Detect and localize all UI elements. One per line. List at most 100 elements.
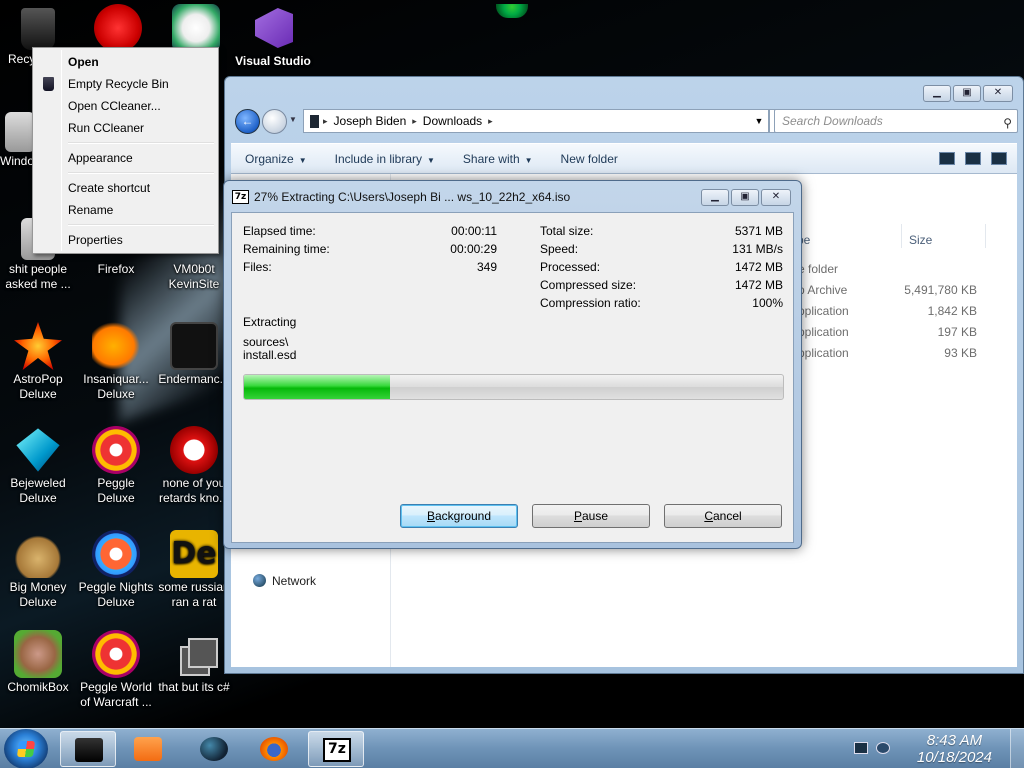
maximize-button[interactable]: ▣ bbox=[953, 85, 981, 102]
include-in-library-menu[interactable]: Include in library ▼ bbox=[321, 152, 449, 166]
file-type: p Archive bbox=[798, 283, 848, 297]
peggle-nights-icon bbox=[92, 530, 140, 578]
desktop-icon-big-money[interactable]: Big Money Deluxe bbox=[0, 530, 76, 610]
stat-key: Compression ratio: bbox=[540, 296, 641, 310]
stat-value: 349 bbox=[476, 260, 497, 274]
desktop-icon-label: Endermanc... bbox=[158, 372, 230, 386]
address-bar[interactable]: ▸ Joseph Biden ▸ Downloads ▸ ▼ bbox=[303, 109, 769, 133]
desktop-icon-endermanch[interactable]: Endermanc... bbox=[156, 322, 232, 387]
close-button[interactable]: ✕ bbox=[761, 189, 791, 206]
breadcrumb-item[interactable]: Joseph Biden bbox=[328, 114, 413, 128]
minimize-button[interactable]: ▁ bbox=[701, 189, 729, 206]
address-dropdown-icon[interactable]: ▼ bbox=[750, 116, 768, 126]
desktop-icon-that-but-csharp[interactable]: that but its c# bbox=[156, 630, 232, 695]
menu-item-properties[interactable]: Properties bbox=[35, 229, 216, 251]
search-icon: ⚲ bbox=[1003, 116, 1012, 130]
desktop-icon-russian-rat[interactable]: De some russian ran a rat bbox=[156, 530, 232, 610]
desktop-icon-astropop[interactable]: AstroPop Deluxe bbox=[0, 322, 76, 402]
taskbar-item-7zip[interactable]: 7z bbox=[308, 731, 364, 767]
taskbar-item-recycle-bin[interactable] bbox=[60, 731, 116, 767]
taskbar-item-globe[interactable] bbox=[186, 731, 242, 767]
search-placeholder: Search Downloads bbox=[782, 114, 883, 128]
taskbar: 7z 8:43 AM 10/18/2024 bbox=[0, 728, 1024, 768]
menu-item-rename[interactable]: Rename bbox=[35, 199, 216, 221]
red-creature-icon bbox=[94, 4, 142, 52]
file-type: pplication bbox=[798, 304, 849, 318]
maximize-button[interactable]: ▣ bbox=[731, 189, 759, 206]
menu-item-open-ccleaner[interactable]: Open CCleaner... bbox=[35, 95, 216, 117]
close-button[interactable]: ✕ bbox=[983, 85, 1013, 102]
forward-button[interactable] bbox=[262, 109, 287, 134]
menu-item-create-shortcut[interactable]: Create shortcut bbox=[35, 177, 216, 199]
back-button[interactable]: ← bbox=[235, 109, 260, 134]
file-size: 5,491,780 KB bbox=[904, 283, 977, 297]
volume-tray-icon[interactable] bbox=[876, 742, 890, 754]
fish-icon bbox=[92, 322, 140, 370]
start-button[interactable] bbox=[4, 729, 48, 768]
command-label: Share with bbox=[462, 151, 520, 166]
desktop-icon-label: none of you retards kno... bbox=[158, 476, 230, 505]
desktop-icon-none-of-you[interactable]: none of you retards kno... bbox=[156, 426, 232, 506]
desktop-icon-label: Peggle World of Warcraft ... bbox=[80, 680, 152, 709]
network-tray-icon[interactable] bbox=[854, 742, 868, 754]
cancel-button[interactable]: Cancel bbox=[664, 504, 782, 528]
menu-separator bbox=[35, 221, 216, 229]
desktop-icon-peggle-wow[interactable]: Peggle World of Warcraft ... bbox=[78, 630, 154, 710]
de-icon: De bbox=[170, 530, 218, 578]
flower-icon bbox=[172, 4, 220, 52]
command-label: Organize bbox=[245, 151, 294, 166]
clock[interactable]: 8:43 AM 10/18/2024 bbox=[917, 732, 992, 766]
desktop-icon-label: ChomikBox bbox=[7, 680, 69, 694]
nav-item-network[interactable]: Network bbox=[253, 574, 316, 588]
dialog-body: Elapsed time: 00:00:11 Remaining time: 0… bbox=[231, 212, 794, 543]
organize-menu[interactable]: Organize ▼ bbox=[231, 152, 321, 166]
file-size: 197 KB bbox=[937, 325, 977, 339]
chomikbox-icon bbox=[14, 630, 62, 678]
nav-label: Network bbox=[272, 574, 317, 588]
button-label: Background bbox=[426, 509, 492, 523]
button-label: Cancel bbox=[704, 509, 742, 523]
search-input[interactable]: Search Downloads ⚲ bbox=[774, 109, 1018, 133]
chevron-down-icon: ▼ bbox=[524, 155, 533, 165]
menu-item-appearance[interactable]: Appearance bbox=[35, 147, 216, 169]
column-divider[interactable] bbox=[901, 224, 902, 248]
preview-pane-icon[interactable] bbox=[965, 152, 981, 165]
show-desktop-button[interactable] bbox=[1010, 729, 1024, 768]
recent-pages-dropdown[interactable]: ▼ bbox=[289, 115, 297, 124]
change-view-icon[interactable] bbox=[939, 152, 955, 165]
menu-item-open[interactable]: Open bbox=[35, 51, 216, 73]
recycle-bin-icon bbox=[75, 738, 103, 762]
desktop-icon-peggle[interactable]: Peggle Deluxe bbox=[78, 426, 154, 506]
column-header-size[interactable]: Size bbox=[909, 233, 932, 247]
stat-value: 131 MB/s bbox=[732, 242, 783, 256]
menu-item-empty-recycle-bin[interactable]: Empty Recycle Bin bbox=[35, 73, 216, 95]
desktop-icon-insaniquarium[interactable]: Insaniquar... Deluxe bbox=[78, 322, 154, 402]
chevron-right-icon[interactable]: ▸ bbox=[488, 116, 493, 127]
minimize-button[interactable]: ▁ bbox=[923, 85, 951, 102]
stat-value: 5371 MB bbox=[734, 224, 783, 238]
desktop-icon-label: Visual Studio bbox=[235, 54, 311, 68]
dialog-window-controls: ▁ ▣ ✕ bbox=[701, 189, 791, 206]
recycle-bin-icon bbox=[21, 8, 55, 50]
system-tray: 8:43 AM 10/18/2024 bbox=[854, 729, 1024, 768]
pause-button[interactable]: Pause bbox=[532, 504, 650, 528]
share-with-menu[interactable]: Share with ▼ bbox=[449, 152, 547, 166]
desktop-icon-bejeweled[interactable]: Bejeweled Deluxe bbox=[0, 426, 76, 506]
taskbar-item-media-player[interactable] bbox=[120, 731, 176, 767]
command-label: New folder bbox=[560, 151, 618, 166]
desktop-icon-visual-studio[interactable]: Visual Studio bbox=[234, 4, 312, 69]
desktop-icon-peggle-nights[interactable]: Peggle Nights Deluxe bbox=[78, 530, 154, 610]
menu-item-run-ccleaner[interactable]: Run CCleaner bbox=[35, 117, 216, 139]
column-divider[interactable] bbox=[985, 224, 986, 248]
gem-icon bbox=[16, 428, 60, 472]
desktop-icon-label: Peggle Deluxe bbox=[97, 476, 135, 505]
new-folder-button[interactable]: New folder bbox=[547, 152, 632, 166]
desktop-icon-label: VM0b0t KevinSite bbox=[168, 262, 220, 291]
extraction-dialog[interactable]: 7z 27% Extracting C:\Users\Joseph Bi ...… bbox=[223, 180, 802, 549]
breadcrumb-item[interactable]: Downloads bbox=[417, 114, 488, 128]
background-button[interactable]: Background bbox=[400, 504, 518, 528]
taskbar-item-firefox[interactable] bbox=[246, 731, 302, 767]
help-icon[interactable] bbox=[991, 152, 1007, 165]
desktop-icon-label: Firefox bbox=[97, 262, 135, 276]
desktop-icon-chomikbox[interactable]: ChomikBox bbox=[0, 630, 76, 695]
